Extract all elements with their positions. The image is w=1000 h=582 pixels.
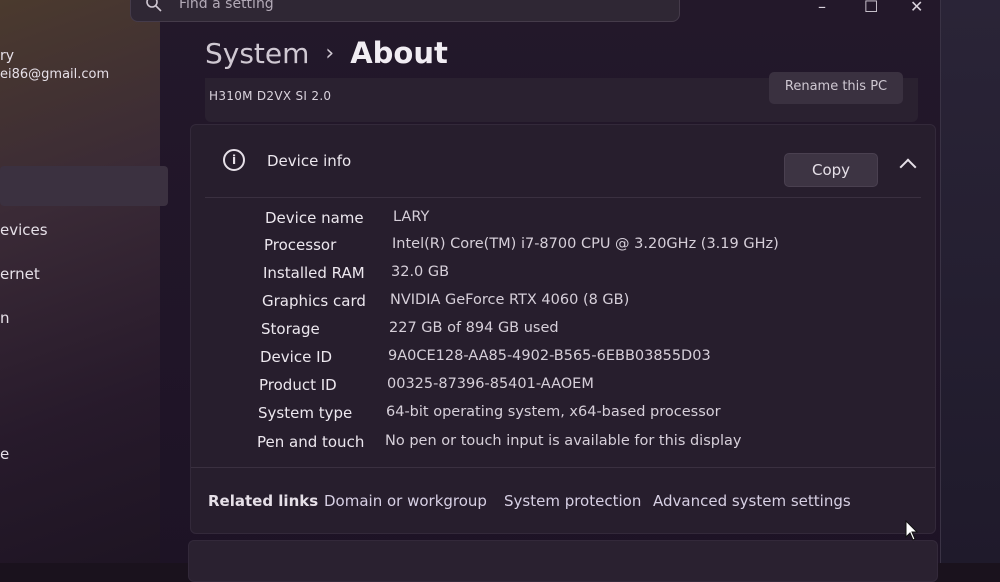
rename-pc-button[interactable]: Rename this PC (769, 72, 903, 104)
close-icon[interactable]: ✕ (910, 0, 923, 16)
maximize-icon[interactable]: ☐ (864, 0, 878, 16)
spec-label: Graphics card (262, 292, 366, 310)
sidebar-item-network-internet[interactable]: ernet (0, 265, 40, 283)
spec-value: No pen or touch input is available for t… (385, 433, 742, 449)
mouse-cursor-icon (905, 519, 919, 546)
chevron-up-icon[interactable] (899, 158, 917, 176)
minimize-icon[interactable]: – (818, 0, 826, 16)
spec-value: 9A0CE128-AA85-4902-B565-6EBB03855D03 (388, 348, 711, 364)
spec-row: System type 64-bit operating system, x64… (258, 404, 858, 426)
spec-value: 227 GB of 894 GB used (389, 320, 559, 336)
sidebar-item-time-language[interactable]: e (0, 445, 9, 463)
spec-value: 32.0 GB (391, 264, 450, 280)
spec-label: Product ID (259, 376, 337, 394)
spec-label: Installed RAM (263, 264, 365, 282)
domain-workgroup-link[interactable]: Domain or workgroup (324, 492, 487, 510)
chevron-right-icon: › (325, 40, 335, 66)
user-email: ei86@gmail.com (0, 67, 110, 82)
spec-label: Device ID (260, 348, 333, 366)
search-placeholder: Find a setting (179, 0, 274, 12)
sidebar-item-bluetooth-devices[interactable]: evices (0, 221, 48, 239)
sidebar-item-personalization[interactable]: n (0, 309, 10, 327)
search-icon (145, 0, 163, 13)
spec-row: Device name LARY (265, 209, 865, 231)
related-links-label: Related links (208, 492, 319, 510)
breadcrumb-parent[interactable]: System (205, 37, 309, 70)
spec-value: Intel(R) Core(TM) i7-8700 CPU @ 3.20GHz … (392, 236, 779, 252)
user-name: ry (0, 48, 15, 64)
spec-row: Installed RAM 32.0 GB (263, 264, 863, 286)
spec-label: Storage (261, 320, 320, 338)
device-summary-card: H310M D2VX SI 2.0 Rename this PC (205, 72, 918, 122)
spec-value: 64-bit operating system, x64-based proce… (386, 404, 721, 420)
page-title: About (350, 36, 448, 70)
spec-value: NVIDIA GeForce RTX 4060 (8 GB) (390, 292, 630, 308)
info-icon: i (223, 149, 245, 171)
search-box[interactable]: Find a setting (130, 0, 680, 22)
spec-label: Processor (264, 236, 337, 254)
device-info-card: i Device info Copy Device name LARY Proc… (190, 124, 936, 534)
desktop-edge (940, 0, 1000, 563)
device-info-header[interactable]: i Device info Copy (205, 125, 921, 198)
spec-label: System type (258, 404, 353, 422)
spec-value: 00325-87396-85401-AAOEM (387, 376, 594, 392)
spec-row: Device ID 9A0CE128-AA85-4902-B565-6EBB03… (260, 348, 860, 370)
breadcrumb: System › About (205, 36, 448, 70)
windows-specifications-card (188, 540, 938, 582)
copy-button[interactable]: Copy (784, 153, 878, 187)
spec-label: Pen and touch (257, 433, 365, 451)
device-model: H310M D2VX SI 2.0 (209, 89, 332, 103)
spec-row: Storage 227 GB of 894 GB used (261, 320, 861, 342)
spec-row: Product ID 00325-87396-85401-AAOEM (259, 376, 859, 398)
related-links-bar: Related links Domain or workgroup System… (191, 467, 935, 534)
device-info-title: Device info (267, 152, 352, 170)
sidebar-item-system[interactable] (0, 166, 168, 206)
system-protection-link[interactable]: System protection (504, 492, 641, 510)
spec-value: LARY (393, 209, 430, 225)
spec-label: Device name (265, 209, 364, 227)
advanced-system-settings-link[interactable]: Advanced system settings (653, 492, 851, 510)
spec-row: Processor Intel(R) Core(TM) i7-8700 CPU … (264, 236, 864, 258)
spec-row: Pen and touch No pen or touch input is a… (257, 433, 857, 455)
spec-row: Graphics card NVIDIA GeForce RTX 4060 (8… (262, 292, 862, 314)
